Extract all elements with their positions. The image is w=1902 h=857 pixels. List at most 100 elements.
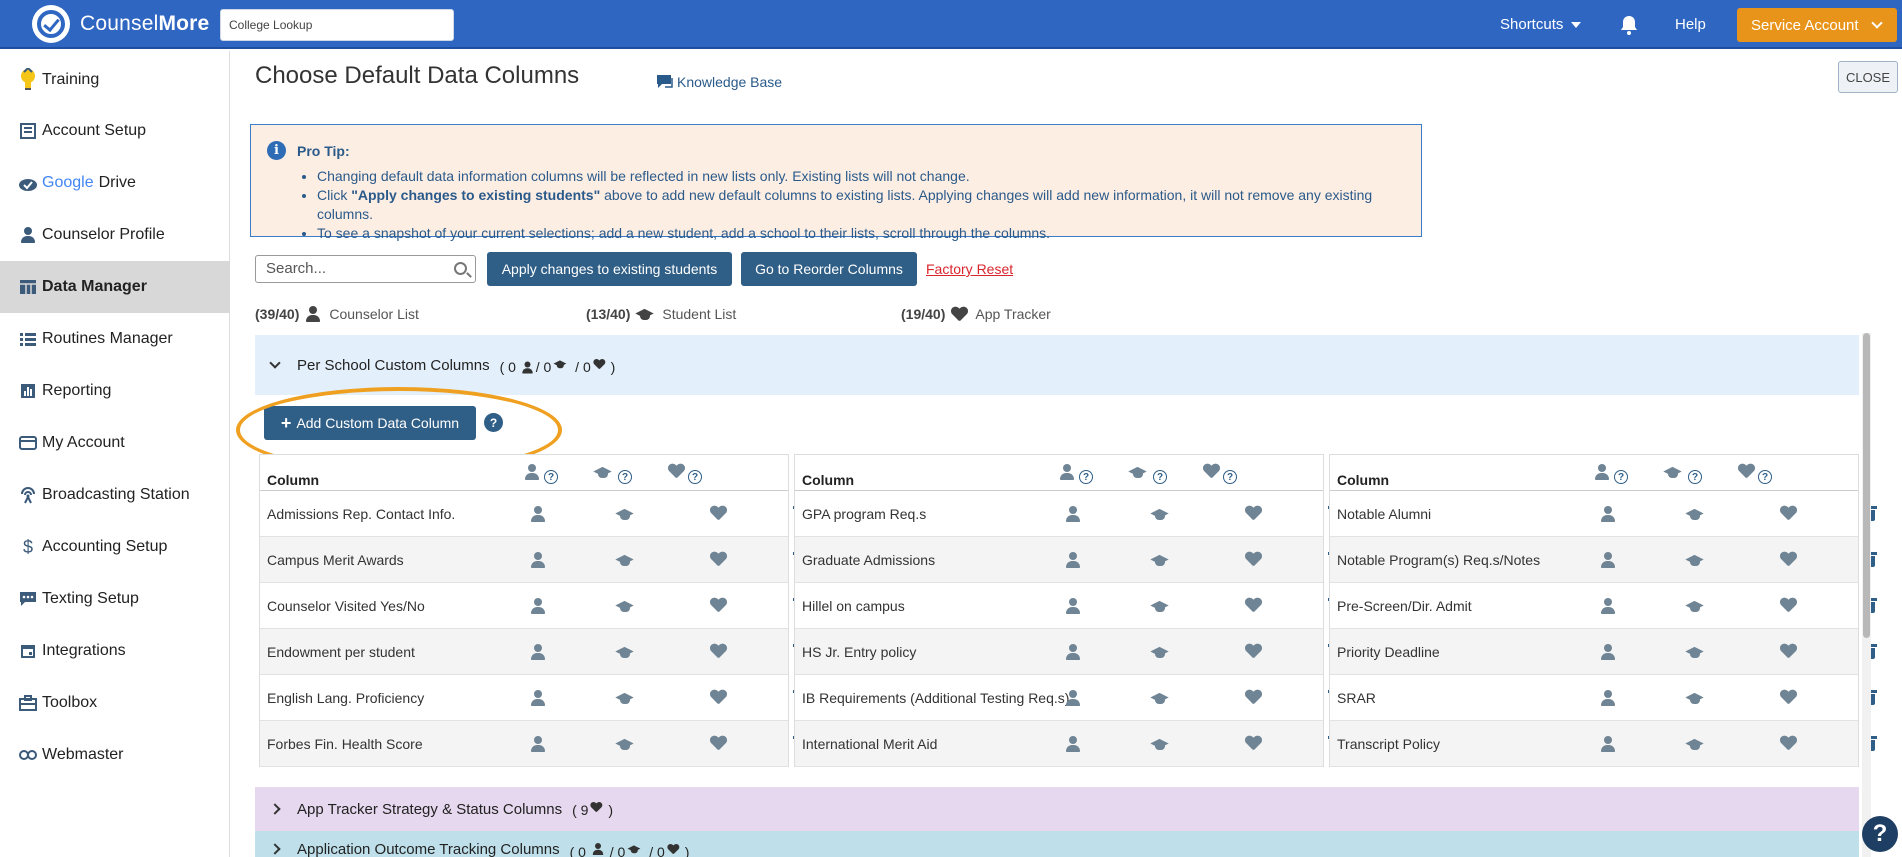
person-icon[interactable] <box>530 597 546 614</box>
logo[interactable]: CounselMore <box>32 5 209 43</box>
heart-icon[interactable] <box>1780 506 1796 521</box>
graduation-cap-icon[interactable] <box>616 506 636 522</box>
reorder-columns-button[interactable]: Go to Reorder Columns <box>741 252 917 286</box>
knowledge-base-link[interactable]: Knowledge Base <box>656 74 782 90</box>
help-circle-icon[interactable]: ? <box>1614 470 1628 484</box>
person-icon[interactable] <box>1065 551 1081 568</box>
graduation-cap-icon[interactable] <box>1686 552 1706 568</box>
heart-icon[interactable] <box>710 552 726 567</box>
help-circle-icon[interactable]: ? <box>1079 470 1093 484</box>
sidebar-item-counselor-profile[interactable]: Counselor Profile <box>0 209 230 261</box>
sidebar-item-reporting[interactable]: Reporting <box>0 365 230 417</box>
help-circle-icon[interactable]: ? <box>1223 470 1237 484</box>
graduation-cap-icon[interactable] <box>616 598 636 614</box>
sidebar-item-texting-setup[interactable]: Texting Setup <box>0 573 230 625</box>
help-circle-icon[interactable]: ? <box>618 470 632 484</box>
sidebar-item-google-drive[interactable]: Google Drive <box>0 157 230 209</box>
sidebar-item-toolbox[interactable]: Toolbox <box>0 677 230 729</box>
graduation-cap-icon[interactable] <box>1686 690 1706 706</box>
heart-icon[interactable] <box>1780 644 1796 659</box>
heart-icon[interactable] <box>710 690 726 705</box>
person-icon[interactable] <box>1600 597 1616 614</box>
help-fab-button[interactable]: ? <box>1862 816 1898 852</box>
person-icon[interactable] <box>1600 551 1616 568</box>
graduation-cap-icon[interactable] <box>616 644 636 660</box>
heart-icon[interactable] <box>1780 690 1796 705</box>
person-icon[interactable] <box>1600 643 1616 660</box>
graduation-cap-icon[interactable] <box>1686 644 1706 660</box>
help-circle-icon[interactable]: ? <box>484 413 503 432</box>
person-icon[interactable] <box>1065 689 1081 706</box>
heart-icon[interactable] <box>1245 506 1261 521</box>
heart-icon[interactable] <box>710 736 726 751</box>
help-circle-icon[interactable]: ? <box>1688 470 1702 484</box>
sidebar-item-webmaster[interactable]: Webmaster <box>0 729 230 781</box>
person-icon[interactable] <box>1600 505 1616 522</box>
sidebar-item-integrations[interactable]: Integrations <box>0 625 230 677</box>
graduation-cap-icon[interactable] <box>616 690 636 706</box>
sidebar-item-my-account[interactable]: My Account <box>0 417 230 469</box>
search-input[interactable]: Search... <box>255 255 476 283</box>
heart-icon[interactable] <box>710 506 726 521</box>
notifications-button[interactable] <box>1620 0 1638 49</box>
scrollbar-thumb[interactable] <box>1863 333 1870 638</box>
person-icon[interactable] <box>530 505 546 522</box>
table-row: Hillel on campus <box>795 583 1342 629</box>
section-app-tracker-strategy[interactable]: App Tracker Strategy & Status Columns ( … <box>255 787 1859 831</box>
factory-reset-link[interactable]: Factory Reset <box>926 261 1013 277</box>
service-account-button[interactable]: Service Account <box>1737 8 1897 42</box>
person-icon[interactable] <box>530 689 546 706</box>
help-circle-icon[interactable]: ? <box>544 470 558 484</box>
heart-icon <box>1203 464 1219 479</box>
section-per-school-custom-columns[interactable]: Per School Custom Columns ( 0 / 0 / 0 ) <box>255 335 1859 395</box>
section-application-outcome-tracking[interactable]: Application Outcome Tracking Columns ( 0… <box>255 831 1859 857</box>
shortcuts-menu[interactable]: Shortcuts <box>1500 0 1582 49</box>
person-icon[interactable] <box>1065 597 1081 614</box>
heart-icon[interactable] <box>1245 552 1261 567</box>
graduation-cap-icon[interactable] <box>1686 506 1706 522</box>
help-circle-icon[interactable]: ? <box>1758 470 1772 484</box>
person-icon[interactable] <box>1600 735 1616 752</box>
help-circle-icon[interactable]: ? <box>1153 470 1167 484</box>
sidebar-item-account-setup[interactable]: Account Setup <box>0 105 230 157</box>
college-lookup-input[interactable]: College Lookup <box>220 9 454 41</box>
heart-icon[interactable] <box>710 644 726 659</box>
graduation-cap-icon[interactable] <box>1151 690 1171 706</box>
graduation-cap-icon[interactable] <box>1151 506 1171 522</box>
graduation-cap-icon[interactable] <box>1151 736 1171 752</box>
graduation-cap-icon[interactable] <box>616 552 636 568</box>
graduation-cap-icon[interactable] <box>1151 644 1171 660</box>
help-circle-icon[interactable]: ? <box>688 470 702 484</box>
person-icon[interactable] <box>1065 643 1081 660</box>
heart-icon[interactable] <box>1780 552 1796 567</box>
heart-icon[interactable] <box>1245 598 1261 613</box>
graduation-cap-icon[interactable] <box>1151 598 1171 614</box>
close-button[interactable]: CLOSE <box>1838 61 1898 93</box>
person-icon[interactable] <box>530 735 546 752</box>
sidebar-item-broadcasting-station[interactable]: Broadcasting Station <box>0 469 230 521</box>
heart-icon[interactable] <box>1245 644 1261 659</box>
link-icon <box>18 745 38 765</box>
heart-icon[interactable] <box>1780 598 1796 613</box>
heart-icon[interactable] <box>1780 736 1796 751</box>
sidebar-item-accounting-setup[interactable]: $ Accounting Setup <box>0 521 230 573</box>
apply-changes-button[interactable]: Apply changes to existing students <box>487 252 732 286</box>
person-icon[interactable] <box>1065 735 1081 752</box>
heart-icon[interactable] <box>710 598 726 613</box>
heart-icon[interactable] <box>1245 690 1261 705</box>
person-icon[interactable] <box>530 551 546 568</box>
help-link[interactable]: Help <box>1675 0 1706 49</box>
sidebar-item-data-manager[interactable]: Data Manager <box>0 261 230 313</box>
graduation-cap-icon[interactable] <box>1686 598 1706 614</box>
add-custom-data-column-button[interactable]: + Add Custom Data Column <box>264 406 476 440</box>
person-icon[interactable] <box>1065 505 1081 522</box>
person-icon[interactable] <box>530 643 546 660</box>
graduation-cap-icon[interactable] <box>1151 552 1171 568</box>
graduation-cap-icon[interactable] <box>1686 736 1706 752</box>
heart-icon[interactable] <box>1245 736 1261 751</box>
sidebar-item-routines-manager[interactable]: Routines Manager <box>0 313 230 365</box>
sidebar-item-training[interactable]: Training <box>0 54 230 106</box>
person-icon[interactable] <box>1600 689 1616 706</box>
graduation-cap-icon[interactable] <box>616 736 636 752</box>
scrollbar[interactable] <box>1862 333 1871 857</box>
